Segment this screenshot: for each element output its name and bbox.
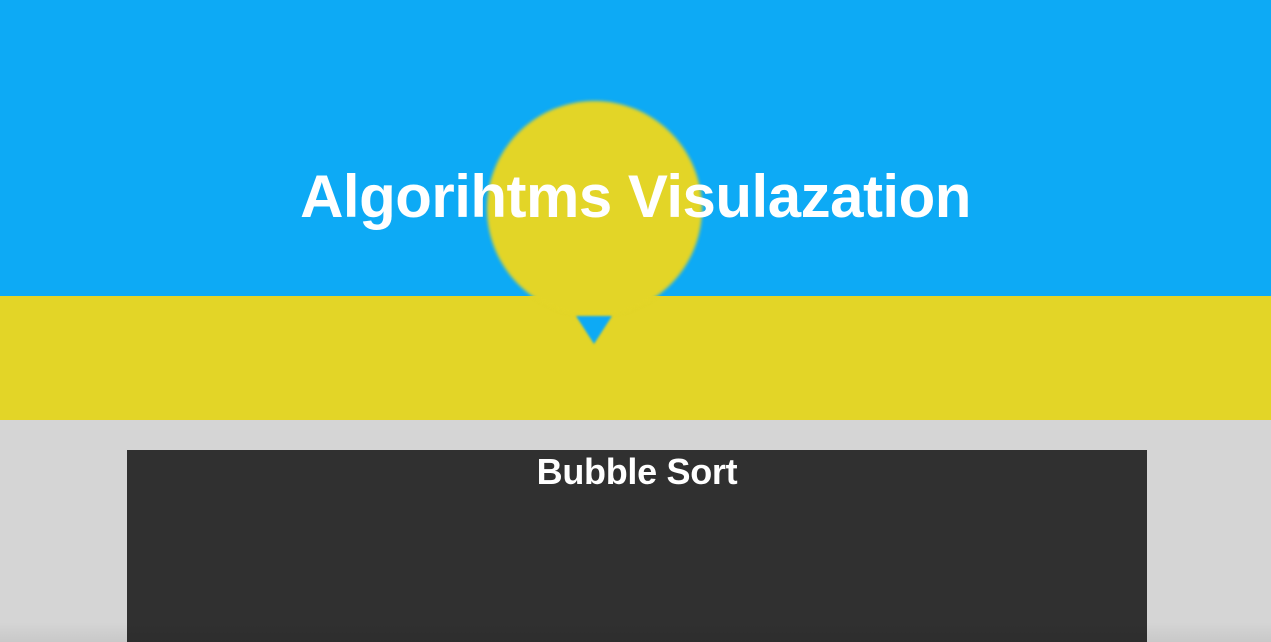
page: Algorihtms Visulazation Bubble Sort <box>0 0 1271 642</box>
visualization-panel: Bubble Sort <box>127 450 1147 642</box>
section-title: Bubble Sort <box>536 451 738 492</box>
hero-banner: Algorihtms Visulazation <box>0 0 1271 420</box>
page-title: Algorihtms Visulazation <box>300 163 971 230</box>
balloon-pointer-triangle <box>576 316 612 344</box>
hero-ground-band <box>0 296 1271 420</box>
